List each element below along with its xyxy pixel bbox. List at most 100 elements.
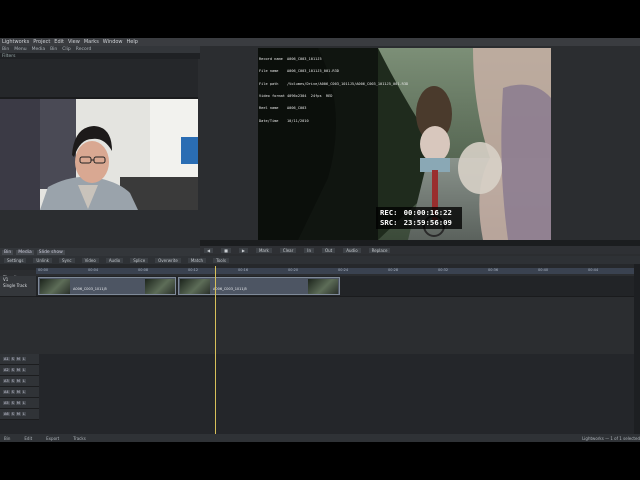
match-button[interactable]: Match <box>187 257 207 263</box>
lock-button[interactable]: L <box>21 379 26 383</box>
menu-item[interactable]: Lightworks <box>2 38 29 46</box>
bottom-tab-media[interactable]: Media <box>16 249 34 255</box>
audio-tracks-area[interactable]: A1 S M L A2 S M L A3 S M L A4 S M L A5 S… <box>0 354 640 434</box>
unlink-button[interactable]: Unlink <box>33 257 52 263</box>
stop-button[interactable]: ■ <box>221 247 231 253</box>
audio-button[interactable]: Audio <box>343 247 361 253</box>
filter-label: Filters <box>2 53 16 59</box>
audio-toggle-button[interactable]: Audio <box>105 257 124 263</box>
sync-button[interactable]: Sync <box>58 257 75 263</box>
overwrite-button[interactable]: Overwrite <box>155 257 181 263</box>
audio-track-header[interactable]: A6 S M L <box>0 409 39 420</box>
play-reverse-button[interactable]: ◀ <box>204 247 214 253</box>
meta-key: Date/Time <box>259 118 279 123</box>
video-track-header[interactable]: V1 Single Track <box>0 276 36 297</box>
ruler-tick: 00:28 <box>388 268 399 272</box>
webcam-overlay <box>0 99 198 210</box>
meta-key: Reel name <box>259 106 279 111</box>
ruler-tick: 00:40 <box>538 268 549 272</box>
lock-button[interactable]: L <box>21 368 26 372</box>
status-tab-export[interactable]: Export <box>46 436 59 441</box>
lock-button[interactable]: L <box>21 357 26 361</box>
solo-button[interactable]: S <box>10 412 15 416</box>
bin-panel[interactable] <box>0 59 198 97</box>
tab-bin[interactable]: Bin <box>2 47 9 52</box>
status-tab-bin[interactable]: Bin <box>4 436 10 441</box>
tab-clip[interactable]: Clip <box>62 47 71 52</box>
audio-track-header[interactable]: A5 S M L <box>0 398 39 409</box>
play-button[interactable]: ▶ <box>238 247 248 253</box>
lock-button[interactable]: L <box>21 412 26 416</box>
ruler-tick: 00:16 <box>238 268 249 272</box>
lock-button[interactable]: L <box>21 401 26 405</box>
video-track[interactable]: A006_C003_1011J5 A006_C003_1011J5 <box>36 276 634 297</box>
tab-media[interactable]: Media <box>32 47 46 52</box>
status-text: Lightworks — 1 of 1 selected <box>582 435 640 441</box>
meta-value: A006_C003_1011J5_001.R3D <box>287 69 339 74</box>
audio-track-header[interactable]: A4 S M L <box>0 387 39 398</box>
timeline-playhead[interactable] <box>215 266 216 442</box>
clip-thumbnail <box>40 279 70 294</box>
mute-button[interactable]: M <box>15 379 21 383</box>
menu-item[interactable]: Marks <box>84 38 99 46</box>
audio-track-header[interactable]: A3 S M L <box>0 376 39 387</box>
status-tab-edit[interactable]: Edit <box>24 436 32 441</box>
lock-button[interactable]: L <box>21 390 26 394</box>
timeline-clip[interactable]: A006_C003_1011J5 <box>178 277 340 295</box>
presenter-image <box>0 99 198 210</box>
solo-button[interactable]: S <box>10 357 15 361</box>
ruler-tick: 00:08 <box>138 268 149 272</box>
meta-value: A006_C003_1011J5 <box>287 57 322 62</box>
menu-item[interactable]: Project <box>33 38 50 46</box>
tab-record[interactable]: Record <box>76 47 92 52</box>
bottom-tab-slideshow[interactable]: Slide show <box>36 249 65 255</box>
mark-in-button[interactable]: In <box>304 247 314 253</box>
timeline-clip[interactable]: A006_C003_1011J5 <box>38 277 176 295</box>
menu-item[interactable]: Edit <box>54 38 64 46</box>
ruler-tick: 00:20 <box>288 268 299 272</box>
mark-out-button[interactable]: Out <box>322 247 336 253</box>
audio-track-header[interactable]: A1 S M L <box>0 354 39 365</box>
timeline-ruler[interactable]: 00:00 00:04 00:08 00:12 00:16 00:20 00:2… <box>36 268 634 274</box>
video-button[interactable]: Video <box>81 257 99 263</box>
audio-track-header[interactable]: A2 S M L <box>0 365 39 376</box>
tools-button[interactable]: Tools <box>213 257 229 263</box>
meta-key: Video format <box>259 94 285 99</box>
menu-item[interactable]: Window <box>103 38 123 46</box>
edit-toolbar: Settings Unlink Sync Video Audio Splice … <box>0 256 640 264</box>
menu-item[interactable]: View <box>68 38 80 46</box>
mute-button[interactable]: M <box>15 368 21 372</box>
mute-button[interactable]: M <box>15 412 21 416</box>
record-viewer[interactable]: Record name A006_C003_1011J5 File name A00… <box>258 48 551 240</box>
mute-button[interactable]: M <box>15 390 21 394</box>
mute-button[interactable]: M <box>15 357 21 361</box>
solo-button[interactable]: S <box>10 401 15 405</box>
src-timecode: 23:59:56:09 <box>403 218 452 227</box>
clip-thumbnail <box>145 279 175 294</box>
bottom-tab-bin[interactable]: Bin <box>2 249 14 255</box>
timeline-scrollbar[interactable] <box>634 264 640 434</box>
clip-thumbnail <box>180 279 210 294</box>
menu-item[interactable]: Help <box>127 38 138 46</box>
tab-menu[interactable]: Menu <box>14 47 26 52</box>
solo-button[interactable]: S <box>10 368 15 372</box>
tab-bin-2[interactable]: Bin <box>50 47 57 52</box>
solo-button[interactable]: S <box>10 379 15 383</box>
settings-button[interactable]: Settings <box>4 257 27 263</box>
audio-track-name: A4 <box>3 390 10 394</box>
splice-button[interactable]: Splice <box>130 257 149 263</box>
mute-button[interactable]: M <box>15 401 21 405</box>
clip-name: A006_C003_1011J5 <box>213 287 247 291</box>
solo-button[interactable]: S <box>10 390 15 394</box>
menu-bar: Lightworks Project Edit View Marks Windo… <box>0 38 640 46</box>
video-track-label: Single Track <box>3 283 28 288</box>
clip-thumbnail <box>308 279 338 294</box>
mark-button[interactable]: Mark <box>255 247 272 253</box>
replace-button[interactable]: Replace <box>368 247 391 253</box>
clear-button[interactable]: Clear <box>279 247 297 253</box>
audio-track-name: A6 <box>3 412 10 416</box>
metadata-overlay: Record name A006_C003_1011J5 File name A00… <box>259 49 408 131</box>
status-tab-tracks[interactable]: Tracks <box>73 436 86 441</box>
ruler-tick: 00:32 <box>438 268 449 272</box>
clip-name: A006_C003_1011J5 <box>73 287 107 291</box>
